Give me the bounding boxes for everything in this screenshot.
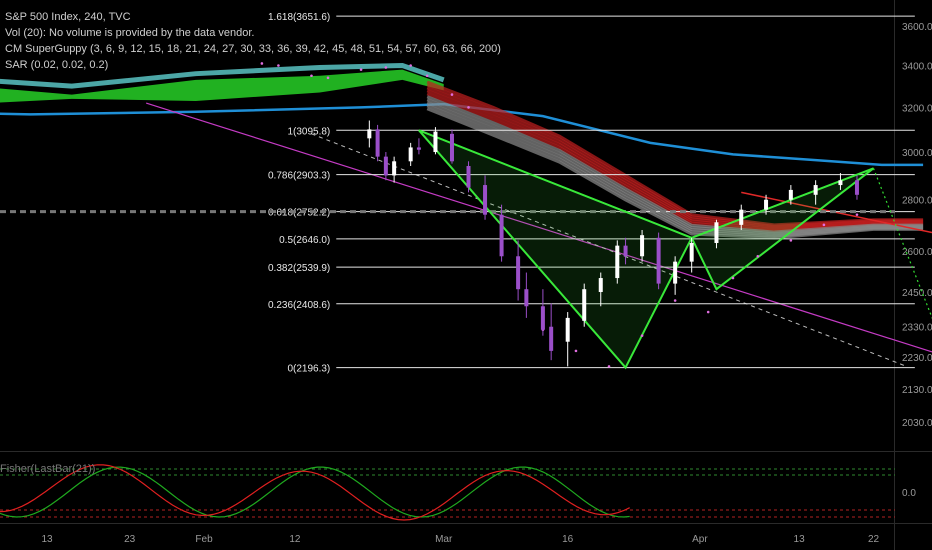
oscillator-label: Fisher(LastBar(21)) [0, 463, 96, 475]
time-axis-label: Mar [435, 534, 453, 545]
candle-body [483, 185, 488, 215]
price-axis-label: 2230.0 [902, 353, 932, 364]
candle-body [466, 165, 471, 188]
candle-body [383, 156, 388, 176]
candle-body [367, 129, 372, 139]
sar-dot [277, 64, 280, 67]
candle-body [615, 245, 620, 279]
guppy-ribbon-fast [0, 69, 444, 103]
time-axis-label: 13 [41, 534, 53, 545]
candle-body [739, 209, 744, 225]
sar-dot [640, 334, 644, 337]
sar-dot [310, 74, 313, 78]
candle-body [714, 222, 719, 244]
sar-dot [673, 299, 677, 302]
sar-dot [706, 310, 710, 314]
sar-dot [607, 365, 611, 368]
price-axis-label: 3600.0 [902, 22, 932, 33]
sar-dot [326, 76, 330, 80]
candle-body [854, 180, 859, 195]
harmonic-xab-triangle [418, 129, 694, 370]
fib-level-label: 0(2196.3) [287, 364, 330, 375]
price-axis-label: 2030.0 [902, 418, 932, 429]
candle-body [516, 256, 521, 290]
price-axis-label: 2450.0 [902, 288, 932, 299]
candle-body [689, 243, 694, 262]
candle-body [656, 237, 661, 284]
sar-dot [789, 239, 793, 242]
sar-dot [409, 64, 412, 67]
price-axis-label: 2330.0 [902, 323, 932, 334]
candle-body [375, 129, 380, 157]
fib-level-label: 0.5(2646.0) [279, 235, 330, 246]
candle-body [549, 326, 554, 351]
candle-body [813, 185, 818, 195]
sar-dot [574, 349, 578, 353]
fib-level-label: 0.382(2539.9) [268, 263, 330, 274]
fib-level-label: 0.236(2408.6) [268, 300, 330, 311]
candle-body [540, 306, 545, 330]
time-axis-label: 12 [289, 534, 301, 545]
candle-body [499, 214, 504, 257]
price-axis-label: 3000.0 [902, 148, 932, 159]
sar-dot [425, 74, 429, 78]
candle-body [524, 289, 529, 307]
price-axis-label: 2800.0 [902, 196, 932, 207]
price-axis-label: 3400.0 [902, 62, 932, 73]
candle-body [416, 147, 421, 150]
candle-body [392, 161, 397, 176]
sar-dot [756, 254, 760, 258]
sar-dot [731, 276, 735, 280]
time-axis-label: Feb [195, 534, 213, 545]
time-axis-label: Apr [692, 534, 708, 545]
sar-dot [260, 62, 264, 65]
sar-dot [359, 68, 363, 71]
sar-dot [450, 93, 454, 96]
price-axis-label: 2130.0 [902, 385, 932, 396]
price-axis-label: 3200.0 [902, 103, 932, 114]
time-axis-label: 16 [562, 534, 574, 545]
sar-dot [855, 213, 859, 216]
sar-dot [822, 223, 826, 227]
candle-body [788, 189, 793, 200]
time-axis-label: 22 [868, 534, 880, 545]
fib-level-label: 1.618(3651.6) [268, 12, 330, 23]
candle-body [433, 131, 438, 153]
candle-body [673, 261, 678, 284]
sar-dot [384, 66, 388, 69]
candle-body [565, 317, 570, 342]
candle-body [764, 199, 769, 210]
time-axis-label: 23 [124, 534, 136, 545]
candle-body [582, 289, 587, 321]
price-chart[interactable]: 3600.03400.03200.03000.02800.02600.02450… [0, 0, 932, 550]
sar-dot [467, 106, 470, 109]
candle-body [598, 278, 603, 293]
candle-body [408, 147, 413, 162]
candle-body [640, 235, 645, 257]
candle-body [449, 133, 454, 162]
fib-level-label: 1(3095.8) [287, 126, 330, 137]
fisher-zero-label: 0.0 [902, 488, 916, 499]
candle-body [623, 245, 628, 257]
time-axis-label: 13 [794, 534, 806, 545]
candle-body [838, 180, 843, 186]
fib-level-label: 0.786(2903.3) [268, 171, 330, 182]
